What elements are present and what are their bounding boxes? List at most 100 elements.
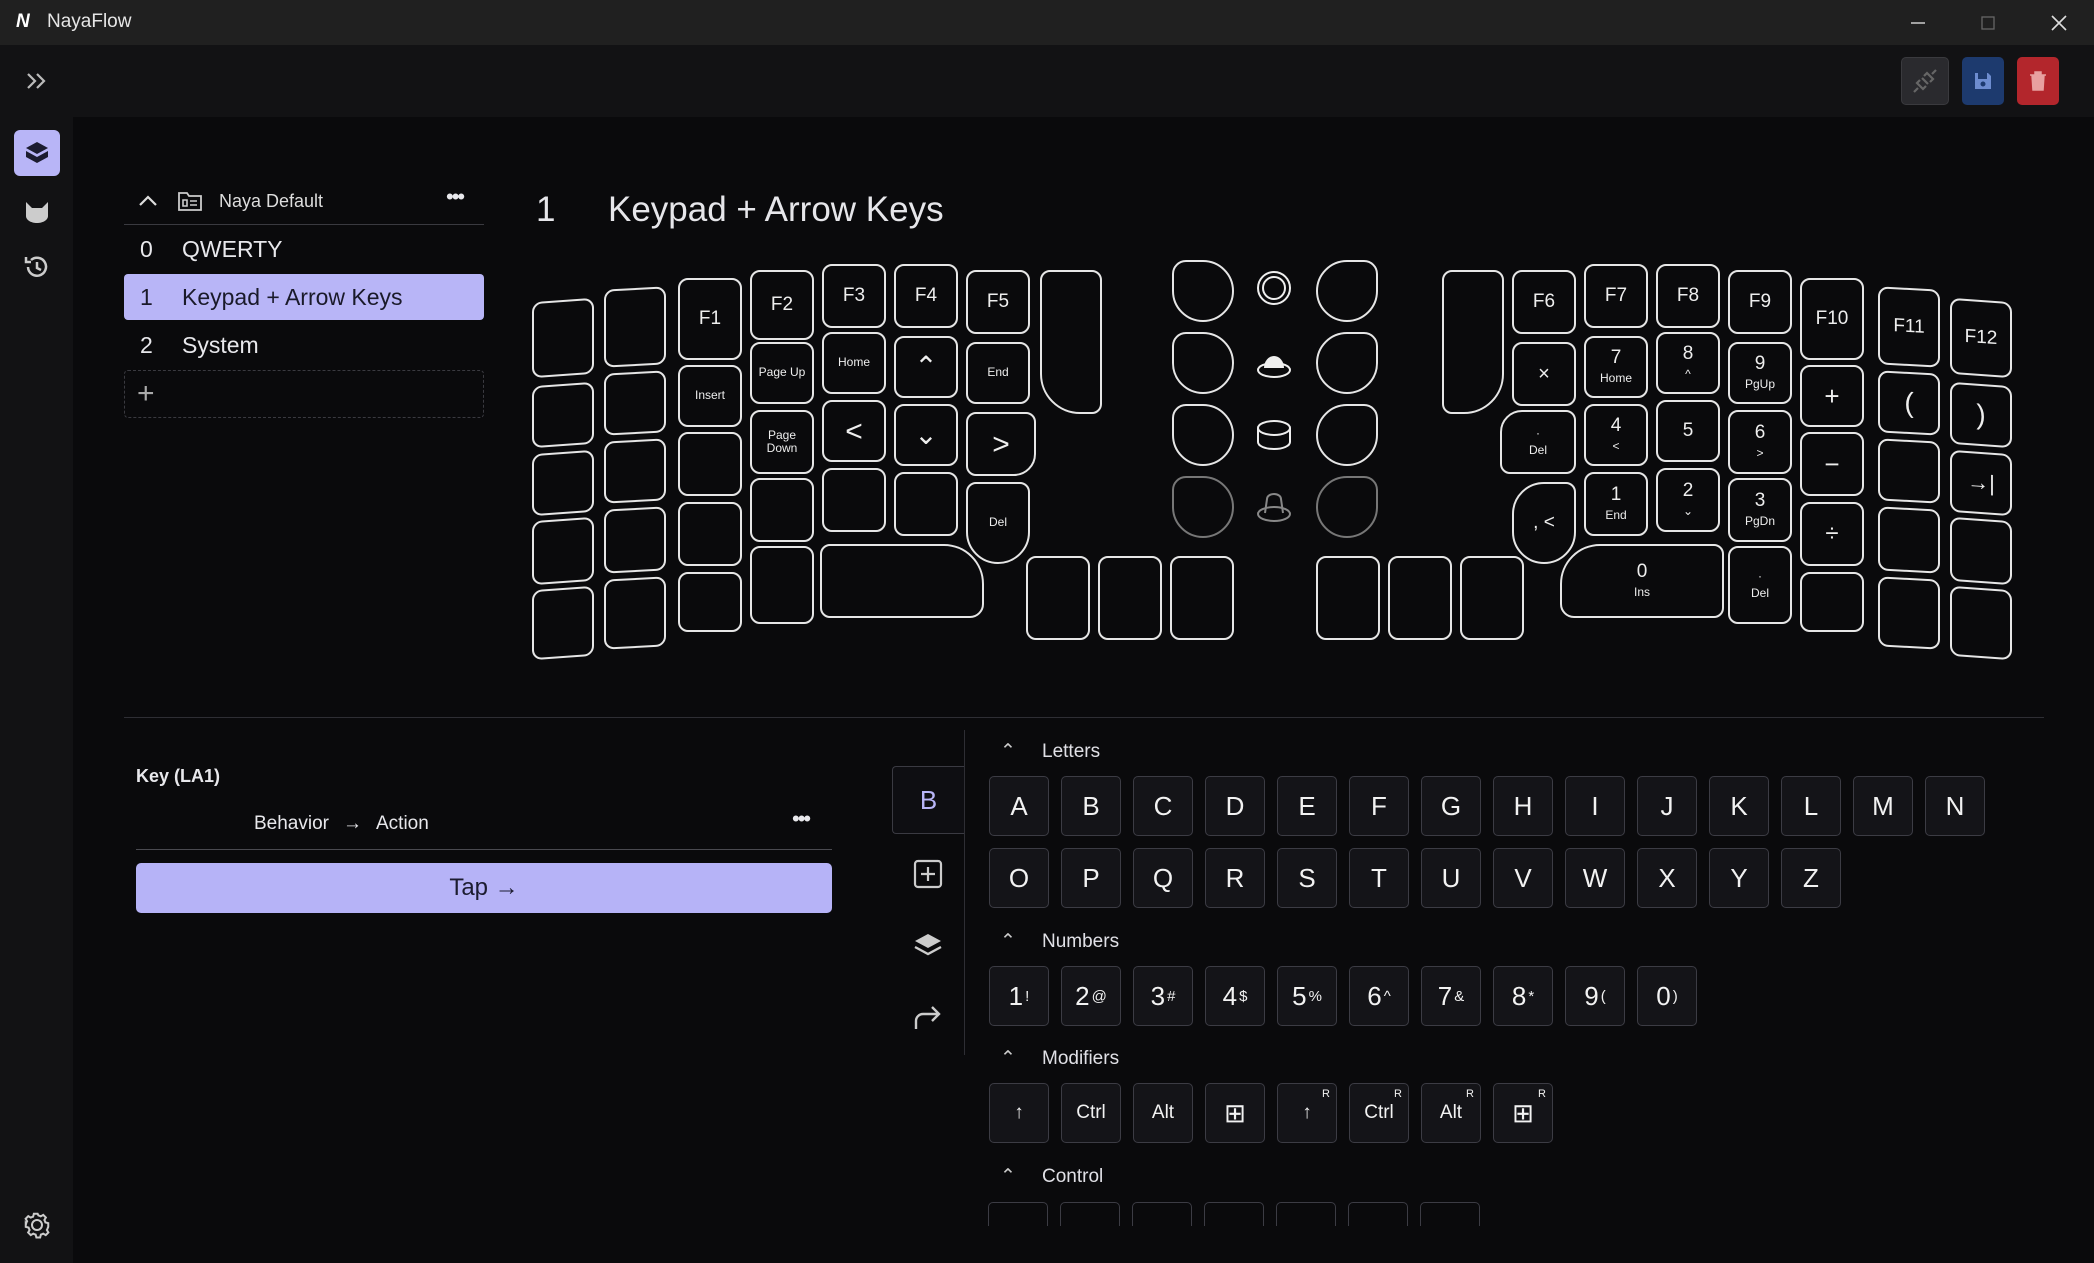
letter-key-p[interactable]: P: [1061, 848, 1121, 908]
key[interactable]: [1098, 556, 1162, 640]
key[interactable]: [1800, 572, 1864, 632]
key-f9[interactable]: F9: [1728, 270, 1792, 334]
key[interactable]: [1040, 270, 1102, 414]
tab-layers[interactable]: [892, 912, 964, 980]
delete-button[interactable]: [2017, 57, 2059, 105]
tab-add[interactable]: [892, 840, 964, 908]
key[interactable]: [532, 585, 594, 661]
layer-item-active[interactable]: 1 Keypad + Arrow Keys: [124, 274, 484, 320]
key-f2[interactable]: F2: [750, 270, 814, 340]
key[interactable]: [678, 502, 742, 566]
number-key-7[interactable]: 7 &: [1421, 966, 1481, 1026]
key-f5[interactable]: F5: [966, 270, 1030, 334]
key-insert[interactable]: Insert: [678, 365, 742, 427]
number-key-6[interactable]: 6 ^: [1349, 966, 1409, 1026]
dome-icon[interactable]: [1256, 346, 1292, 382]
modifier-key[interactable]: Alt R: [1421, 1083, 1481, 1143]
key[interactable]: [750, 478, 814, 542]
key[interactable]: [1026, 556, 1090, 640]
key[interactable]: [532, 516, 594, 586]
letter-key-y[interactable]: Y: [1709, 848, 1769, 908]
key[interactable]: [1172, 476, 1234, 538]
palette-key[interactable]: [988, 1202, 1048, 1226]
letter-key-l[interactable]: L: [1781, 776, 1841, 836]
letter-key-i[interactable]: I: [1565, 776, 1625, 836]
letter-key-b[interactable]: B: [1061, 776, 1121, 836]
key-f1[interactable]: F1: [678, 278, 742, 360]
letter-key-q[interactable]: Q: [1133, 848, 1193, 908]
letter-key-v[interactable]: V: [1493, 848, 1553, 908]
key-8[interactable]: 8 ^: [1656, 332, 1720, 394]
add-layer-button[interactable]: +: [124, 370, 484, 418]
key-f7[interactable]: F7: [1584, 264, 1648, 328]
cylinder-icon[interactable]: [1256, 418, 1292, 454]
key-tab[interactable]: →|: [1950, 449, 2012, 517]
settings-button[interactable]: [14, 1202, 60, 1248]
letter-key-o[interactable]: O: [989, 848, 1049, 908]
key[interactable]: [822, 468, 886, 532]
palette-key[interactable]: [1060, 1202, 1120, 1226]
key-delete[interactable]: Del: [966, 482, 1030, 564]
key-f3[interactable]: F3: [822, 264, 886, 328]
rail-item-history[interactable]: [14, 244, 60, 290]
key[interactable]: [1460, 556, 1524, 640]
letter-key-c[interactable]: C: [1133, 776, 1193, 836]
key-f10[interactable]: F10: [1800, 278, 1864, 360]
key-3[interactable]: 3 PgDn: [1728, 478, 1792, 542]
letter-key-m[interactable]: M: [1853, 776, 1913, 836]
number-key-1[interactable]: 1!: [989, 966, 1049, 1026]
letter-key-f[interactable]: F: [1349, 776, 1409, 836]
key-f6[interactable]: F6: [1512, 270, 1576, 334]
key-plus[interactable]: +: [1800, 365, 1864, 427]
letter-key-k[interactable]: K: [1709, 776, 1769, 836]
key[interactable]: [604, 576, 666, 650]
key[interactable]: [532, 449, 594, 517]
palette-key[interactable]: [1204, 1202, 1264, 1226]
letter-key-j[interactable]: J: [1637, 776, 1697, 836]
section-letters[interactable]: ⌃ Letters: [1000, 740, 1100, 763]
number-key-4[interactable]: 4 $: [1205, 966, 1265, 1026]
modifier-key[interactable]: Ctrl R: [1349, 1083, 1409, 1143]
letter-key-s[interactable]: S: [1277, 848, 1337, 908]
key[interactable]: [1316, 332, 1378, 394]
letter-key-a[interactable]: A: [989, 776, 1049, 836]
key[interactable]: [1170, 556, 1234, 640]
key[interactable]: [1950, 516, 2012, 586]
letter-key-x[interactable]: X: [1637, 848, 1697, 908]
modifier-key[interactable]: Ctrl: [1061, 1083, 1121, 1143]
key-home[interactable]: Home: [822, 332, 886, 394]
key-4[interactable]: 4 <: [1584, 404, 1648, 466]
layer-item[interactable]: 2 System: [124, 322, 484, 368]
key[interactable]: [1172, 260, 1234, 322]
key-7[interactable]: 7 Home: [1584, 336, 1648, 398]
key[interactable]: [604, 370, 666, 436]
letter-key-w[interactable]: W: [1565, 848, 1625, 908]
letter-key-r[interactable]: R: [1205, 848, 1265, 908]
letter-key-g[interactable]: G: [1421, 776, 1481, 836]
key-left-paren[interactable]: (: [1878, 370, 1940, 436]
save-button[interactable]: [1962, 57, 2004, 105]
key-1[interactable]: 1 End: [1584, 472, 1648, 536]
key-0[interactable]: 0 Ins: [1560, 544, 1724, 618]
modifier-key[interactable]: Alt: [1133, 1083, 1193, 1143]
palette-key[interactable]: [1132, 1202, 1192, 1226]
letter-key-e[interactable]: E: [1277, 776, 1337, 836]
tap-behavior-button[interactable]: Tap →: [136, 863, 832, 913]
number-key-8[interactable]: 8 *: [1493, 966, 1553, 1026]
maximize-button[interactable]: [1953, 0, 2023, 45]
number-key-0[interactable]: 0): [1637, 966, 1697, 1026]
key[interactable]: [894, 472, 958, 536]
key-right-paren[interactable]: ): [1950, 381, 2012, 449]
tab-redirect[interactable]: [892, 984, 964, 1052]
key[interactable]: [1442, 270, 1504, 414]
key[interactable]: [532, 381, 594, 449]
palette-key[interactable]: [1420, 1202, 1480, 1226]
key-down-arrow[interactable]: ⌄: [894, 404, 958, 466]
key-dot-del[interactable]: · Del: [1728, 546, 1792, 624]
key[interactable]: [1316, 260, 1378, 322]
modifier-key[interactable]: ↑: [989, 1083, 1049, 1143]
key[interactable]: [1878, 506, 1940, 574]
letter-key-h[interactable]: H: [1493, 776, 1553, 836]
section-modifiers[interactable]: ⌃ Modifiers: [1000, 1047, 1119, 1070]
key[interactable]: [1172, 404, 1234, 466]
